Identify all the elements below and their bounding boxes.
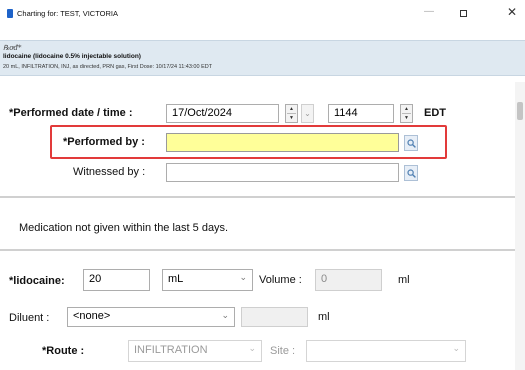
site-label: Site : bbox=[270, 345, 296, 357]
close-button[interactable]: ✕ bbox=[507, 5, 517, 19]
date-spin-icon[interactable]: ▲ ▼ bbox=[285, 104, 298, 123]
minimize-button[interactable]: — bbox=[424, 6, 434, 17]
volume-label: Volume : bbox=[259, 274, 302, 286]
performed-by-input[interactable] bbox=[166, 133, 399, 152]
diluent-unit-label: ml bbox=[318, 311, 330, 323]
rx-icon: ℞ơđ* bbox=[3, 44, 22, 52]
route-label: *Route : bbox=[42, 345, 85, 357]
magnifier-icon bbox=[407, 169, 416, 178]
lidocaine-dose-label: *lidocaine: bbox=[9, 275, 65, 287]
route-value: INFILTRATION bbox=[134, 344, 208, 356]
spin-divider bbox=[287, 113, 296, 114]
volume-unit-label: ml bbox=[398, 274, 410, 286]
chevron-down-icon: ⌄ bbox=[452, 343, 460, 353]
diluent-volume-input[interactable] bbox=[241, 307, 308, 327]
title-bar: Charting for: TEST, VICTORIA — ✕ bbox=[0, 0, 525, 28]
volume-input[interactable]: 0 bbox=[315, 269, 382, 291]
spin-down-icon[interactable]: ▼ bbox=[404, 115, 409, 121]
time-spin-icon[interactable]: ▲ ▼ bbox=[400, 104, 413, 123]
window-title: Charting for: TEST, VICTORIA bbox=[17, 9, 119, 18]
order-details: 20 mL, INFILTRATION, INJ, as directed, P… bbox=[3, 64, 213, 70]
app-icon bbox=[7, 9, 13, 18]
scrollbar-thumb[interactable] bbox=[517, 102, 523, 120]
performed-date-field[interactable]: 17/Oct/2024 bbox=[166, 104, 279, 123]
chevron-down-icon: ⌄ bbox=[221, 310, 229, 320]
chevron-down-icon: ⌄ bbox=[239, 272, 247, 282]
magnifier-icon bbox=[407, 139, 416, 148]
spin-up-icon[interactable]: ▲ bbox=[404, 106, 409, 112]
section-divider bbox=[0, 196, 515, 198]
spin-down-icon[interactable]: ▼ bbox=[289, 115, 294, 121]
recent-dose-notice: Medication not given within the last 5 d… bbox=[19, 222, 229, 234]
route-select[interactable]: INFILTRATION ⌄ bbox=[128, 340, 262, 362]
performed-time-field[interactable]: 1144 bbox=[328, 104, 394, 123]
date-dropdown-button[interactable]: ⌄ bbox=[301, 104, 314, 123]
lidocaine-unit-select[interactable]: mL ⌄ bbox=[162, 269, 253, 291]
spin-up-icon[interactable]: ▲ bbox=[289, 106, 294, 112]
witnessed-by-lookup-button[interactable] bbox=[404, 165, 418, 181]
order-header: ℞ơđ* lidocaine (lidocaine 0.5% injectabl… bbox=[0, 40, 525, 76]
diluent-select[interactable]: <none> ⌄ bbox=[67, 307, 235, 327]
spin-divider bbox=[402, 113, 411, 114]
witnessed-by-input[interactable] bbox=[166, 163, 399, 182]
diluent-label: Diluent : bbox=[9, 312, 50, 324]
lidocaine-unit-value: mL bbox=[168, 273, 184, 285]
site-select[interactable]: ⌄ bbox=[306, 340, 466, 362]
vertical-scrollbar[interactable] bbox=[515, 82, 525, 370]
performed-by-lookup-button[interactable] bbox=[404, 135, 418, 151]
section-divider bbox=[0, 249, 515, 251]
performed-by-label: *Performed by : bbox=[63, 136, 145, 148]
maximize-button[interactable] bbox=[460, 10, 467, 17]
order-name: lidocaine (lidocaine 0.5% injectable sol… bbox=[3, 53, 141, 60]
witnessed-by-label: Witnessed by : bbox=[73, 166, 146, 178]
lidocaine-dose-input[interactable]: 20 bbox=[83, 269, 150, 291]
diluent-value: <none> bbox=[73, 310, 111, 322]
performed-datetime-label: *Performed date / time : bbox=[9, 107, 133, 119]
chevron-down-icon: ⌄ bbox=[248, 343, 256, 353]
timezone-label: EDT bbox=[424, 107, 446, 119]
